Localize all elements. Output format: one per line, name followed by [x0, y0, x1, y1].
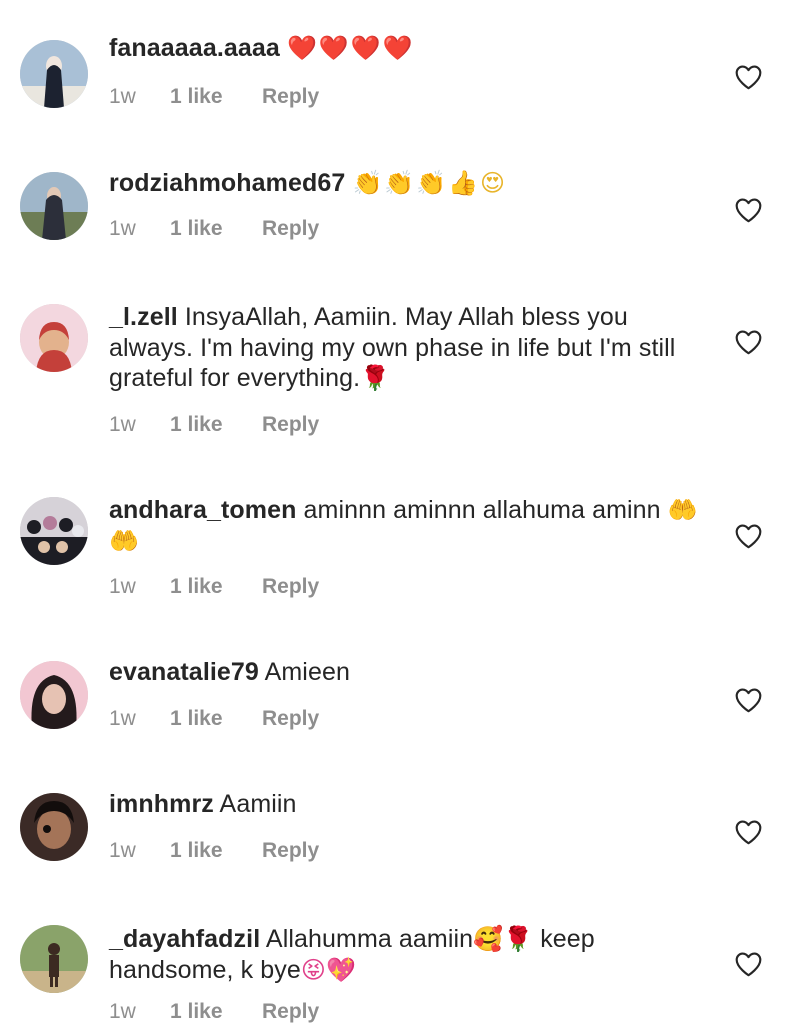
comment-username[interactable]: imnhmrz: [109, 790, 214, 818]
reply-button[interactable]: Reply: [262, 999, 319, 1025]
reply-button[interactable]: Reply: [262, 574, 319, 600]
comment-timestamp: 1w: [109, 216, 136, 240]
rose-emoji: 🌹: [360, 364, 391, 392]
comment-username[interactable]: rodziahmohamed67: [109, 169, 345, 197]
reply-button[interactable]: Reply: [262, 838, 319, 864]
comment-timestamp: 1w: [109, 706, 136, 730]
smiling-hearts-emoji: 🥰🌹: [473, 925, 534, 953]
avatar[interactable]: [20, 40, 88, 108]
reply-button[interactable]: Reply: [262, 216, 319, 242]
tongue-sparkle-heart-emoji: 😝💖: [300, 955, 357, 984]
like-count[interactable]: 1 like: [170, 84, 262, 110]
comment-meta: 1w 1 like Reply: [109, 84, 699, 110]
like-count[interactable]: 1 like: [170, 999, 262, 1025]
comment-meta: 1w 1 like Reply: [109, 838, 699, 864]
like-count[interactable]: 1 like: [170, 574, 262, 600]
comment-timestamp: 1w: [109, 838, 136, 862]
comment-text: Aamiin: [219, 790, 297, 818]
like-count[interactable]: 1 like: [170, 216, 262, 242]
comment-meta: 1w 1 like Reply: [109, 999, 699, 1025]
clap-emoji: 👏👏👏👍😍: [352, 169, 507, 197]
comment-text: aminnn aminnn allahuma aminn: [303, 496, 661, 524]
heart-outline-icon[interactable]: [734, 64, 763, 90]
heart-outline-icon[interactable]: [734, 951, 763, 977]
comment-text: Amieen: [264, 658, 350, 686]
avatar[interactable]: [20, 497, 88, 565]
avatar[interactable]: [20, 925, 88, 993]
like-count[interactable]: 1 like: [170, 412, 262, 438]
comment-timestamp: 1w: [109, 1000, 136, 1023]
reply-button[interactable]: Reply: [262, 84, 319, 110]
reply-button[interactable]: Reply: [262, 412, 319, 438]
comment-username[interactable]: _dayahfadzil: [109, 925, 260, 953]
comment-text: Allahumma aamiin: [265, 925, 474, 953]
avatar[interactable]: [20, 304, 88, 372]
reply-button[interactable]: Reply: [262, 706, 319, 732]
comment-meta: 1w 1 like Reply: [109, 412, 699, 438]
comment-timestamp: 1w: [109, 84, 136, 108]
heart-outline-icon[interactable]: [734, 197, 763, 223]
comment-timestamp: 1w: [109, 575, 136, 598]
comment-timestamp: 1w: [109, 412, 136, 436]
comment-username[interactable]: andhara_tomen: [109, 496, 296, 524]
comment-meta: 1w 1 like Reply: [109, 216, 699, 242]
avatar[interactable]: [20, 661, 88, 729]
comment-meta: 1w 1 like Reply: [109, 574, 699, 600]
like-count[interactable]: 1 like: [170, 838, 262, 864]
heart-outline-icon[interactable]: [734, 687, 763, 713]
like-count[interactable]: 1 like: [170, 706, 262, 732]
comment-username[interactable]: fanaaaaa.aaaa: [109, 34, 280, 62]
heart-outline-icon[interactable]: [734, 329, 763, 355]
comment-meta: 1w 1 like Reply: [109, 706, 699, 732]
heart-outline-icon[interactable]: [734, 523, 763, 549]
comment-username[interactable]: evanatalie79: [109, 658, 259, 686]
comment-text: InsyaAllah, Aamiin. May Allah bless you …: [109, 303, 676, 392]
comment-username[interactable]: _l.zell: [109, 303, 178, 331]
avatar[interactable]: [20, 793, 88, 861]
heart-outline-icon[interactable]: [734, 819, 763, 845]
heart-emoji: ❤️❤️❤️❤️: [286, 34, 415, 62]
avatar[interactable]: [20, 172, 88, 240]
